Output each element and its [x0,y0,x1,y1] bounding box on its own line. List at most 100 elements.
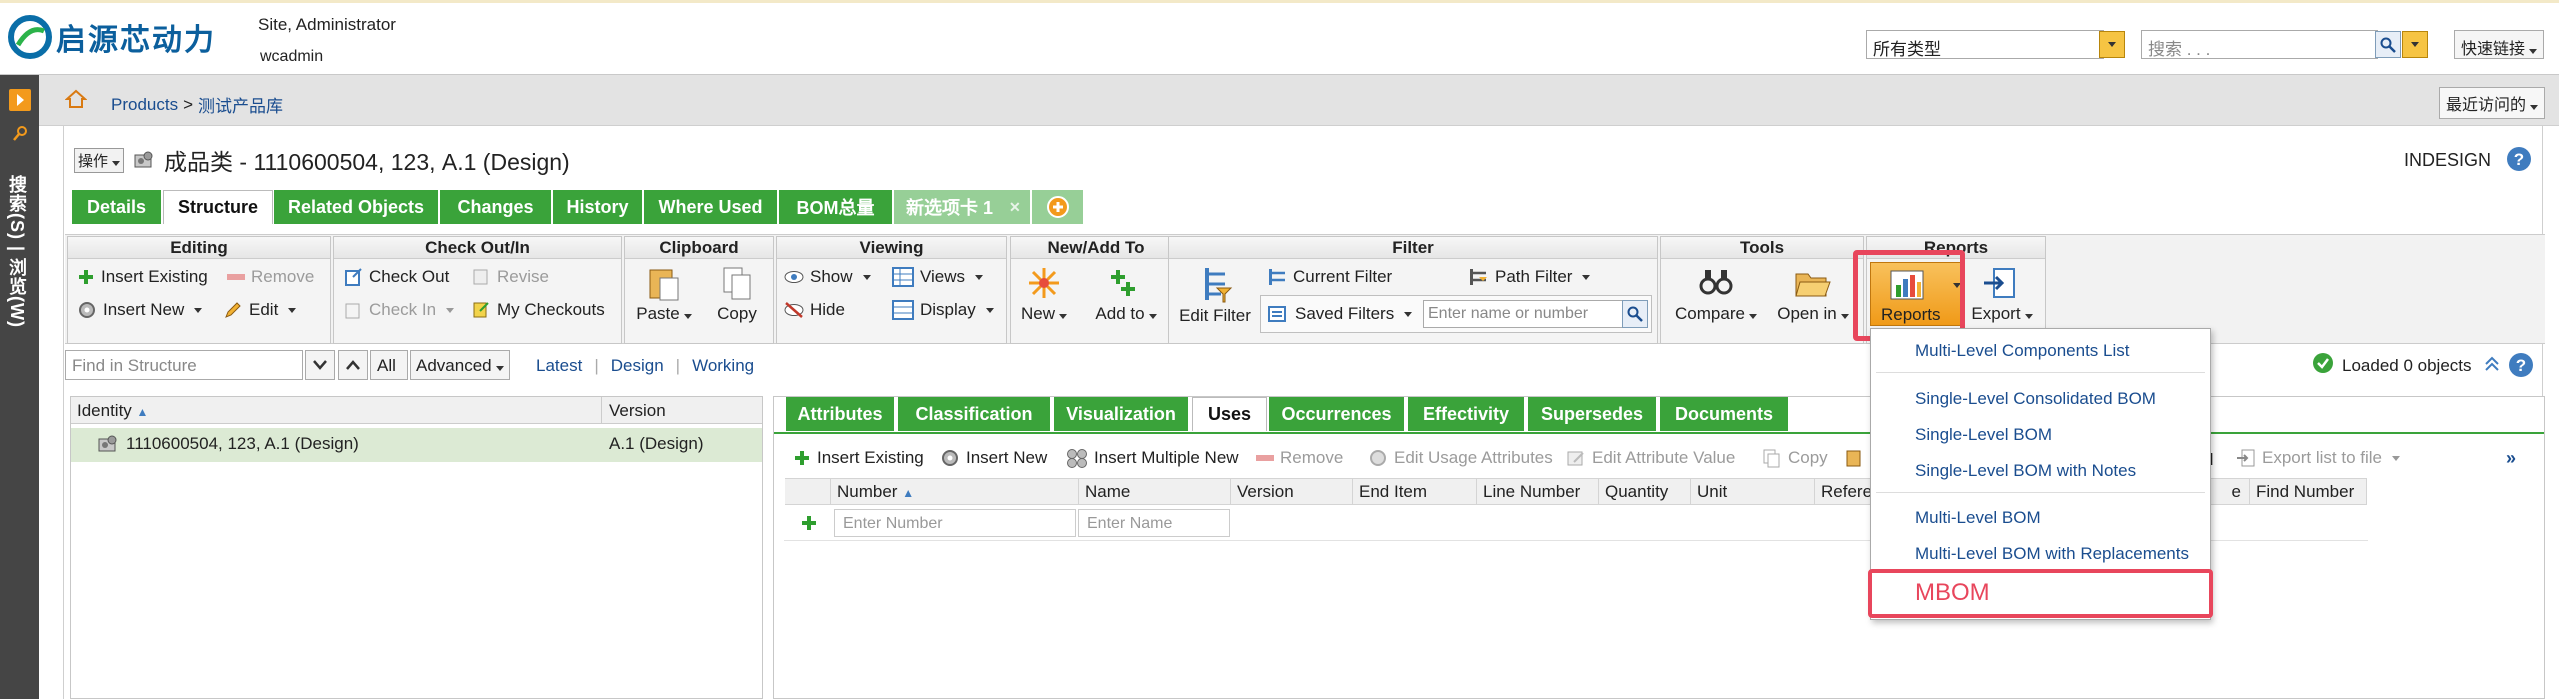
actions-menu-button[interactable]: 操作 [74,147,125,173]
expand-panel-icon[interactable] [9,89,31,111]
edit-filter-button[interactable]: Edit Filter [1178,264,1252,326]
views-button[interactable]: Views [892,267,984,287]
paste-button[interactable]: Paste [634,264,694,324]
col-quantity[interactable]: Quantity [1599,478,1691,505]
enter-name-input[interactable]: Enter Name [1078,509,1230,537]
latest-link[interactable]: Latest [536,356,582,376]
remove-button[interactable]: Remove [227,267,314,287]
uses-copy-button[interactable]: Copy [1762,448,1828,468]
brand-logo[interactable]: 启源芯动力 [8,15,216,59]
subtab-supersedes[interactable]: Supersedes [1528,397,1658,431]
tab-new-tab-1[interactable]: 新选项卡 1 ✕ [894,190,1031,224]
col-version[interactable]: Version [1231,478,1353,505]
type-select-dropdown-icon[interactable] [2099,31,2125,58]
menu-multi-level-components-list[interactable]: Multi-Level Components List [1915,341,2129,361]
col-find-number[interactable]: Find Number [2250,478,2367,505]
edit-attribute-value-button[interactable]: Edit Attribute Value [1566,448,1735,468]
check-out-button[interactable]: Check Out [343,267,449,287]
tab-bom-total[interactable]: BOM总量 [779,190,893,224]
subtab-attributes[interactable]: Attributes [786,397,896,431]
enter-number-input[interactable]: Enter Number [834,509,1076,537]
structure-help-icon[interactable]: ? [2508,352,2534,378]
help-icon[interactable]: ? [2506,146,2532,172]
uses-remove-button[interactable]: Remove [1256,448,1343,468]
collapse-panel-icon[interactable] [2484,356,2500,372]
home-icon[interactable] [65,89,87,109]
hide-button[interactable]: Hide [784,300,845,320]
menu-single-level-consolidated-bom[interactable]: Single-Level Consolidated BOM [1915,389,2156,409]
find-prev-chevron-up-icon[interactable] [338,350,368,380]
more-actions-chevron-icon[interactable]: » [2506,448,2516,469]
advanced-find-button[interactable]: Advanced [410,350,510,380]
menu-multi-level-bom-with-replacements[interactable]: Multi-Level BOM with Replacements [1915,544,2189,564]
filter-search-icon[interactable] [1622,300,1648,328]
tree-col-version[interactable]: Version [609,401,666,421]
col-number[interactable]: Number ▲ [831,478,1079,505]
path-filter-button[interactable]: Path Filter [1467,267,1591,287]
search-browse-rail-label[interactable]: 搜索(S) | 浏览(W) [7,175,30,328]
edit-usage-attributes-button[interactable]: Edit Usage Attributes [1368,448,1553,468]
tree-col-identity[interactable]: Identity ▲ [77,401,148,421]
current-filter-button[interactable]: Current Filter [1265,267,1392,287]
uses-insert-new-button[interactable]: Insert New [940,448,1047,468]
display-button[interactable]: Display [892,300,994,320]
search-input[interactable]: 搜索 . . . [2141,30,2378,59]
export-list-to-file-button[interactable]: Export list to file [2236,448,2400,468]
insert-existing-button[interactable]: Insert Existing [77,267,208,287]
filter-search-input[interactable]: Enter name or number [1423,300,1623,328]
subtab-documents[interactable]: Documents [1660,397,1790,431]
col-unit[interactable]: Unit [1691,478,1815,505]
add-tab-button[interactable] [1032,190,1084,224]
uses-insert-existing-button[interactable]: Insert Existing [793,448,924,468]
col-end-item[interactable]: End Item [1353,478,1477,505]
new-button[interactable]: New [1016,266,1072,324]
subtab-uses[interactable]: Uses [1192,397,1267,431]
subtab-effectivity[interactable]: Effectivity [1408,397,1526,431]
copy-button[interactable]: Copy [712,264,762,324]
design-link[interactable]: Design [611,356,664,376]
find-all-button[interactable]: All [370,350,408,380]
quick-links-button[interactable]: 快速链接 [2454,30,2545,59]
menu-single-level-bom[interactable]: Single-Level BOM [1915,425,2052,445]
user-id: wcadmin [260,48,324,65]
find-next-chevron-down-icon[interactable] [305,350,335,380]
search-pin-icon[interactable] [12,125,28,141]
col-line-number[interactable]: Line Number [1477,478,1599,505]
export-button[interactable]: Export [1968,266,2036,324]
working-link[interactable]: Working [692,356,754,376]
my-checkouts-button[interactable]: My Checkouts [471,300,605,320]
insert-multiple-new-button[interactable]: Insert Multiple New [1066,448,1239,468]
find-in-structure-input[interactable]: Find in Structure [65,350,303,380]
compare-button[interactable]: Compare [1668,266,1764,324]
check-in-button[interactable]: Check In [343,300,455,320]
subtab-classification[interactable]: Classification [898,397,1052,431]
edit-button[interactable]: Edit [223,300,297,320]
breadcrumb-library-link[interactable]: 测试产品库 [198,92,283,117]
tab-related-objects[interactable]: Related Objects [274,190,439,224]
close-tab-icon[interactable]: ✕ [1009,199,1021,216]
search-options-dropdown-icon[interactable] [2402,31,2428,58]
insert-new-button[interactable]: Insert New [77,300,203,320]
revise-button[interactable]: Revise [471,267,549,287]
saved-filters-button[interactable]: Saved Filters [1267,304,1413,324]
breadcrumb-products-link[interactable]: Products [111,95,178,115]
subtab-visualization[interactable]: Visualization [1054,397,1190,431]
menu-single-level-bom-with-notes[interactable]: Single-Level BOM with Notes [1915,461,2136,481]
add-to-button[interactable]: Add to [1085,266,1167,324]
tab-changes[interactable]: Changes [440,190,552,224]
subtab-occurrences[interactable]: Occurrences [1269,397,1406,431]
show-button[interactable]: Show [784,267,871,287]
tab-where-used[interactable]: Where Used [644,190,778,224]
uses-paste-icon[interactable] [1845,448,1865,468]
col-name[interactable]: Name [1079,478,1231,505]
add-row-plus-icon[interactable] [800,514,818,532]
tab-history[interactable]: History [553,190,643,224]
open-in-button[interactable]: Open in [1770,266,1856,324]
type-select[interactable]: 所有类型 [1866,30,2104,59]
tab-structure[interactable]: Structure [163,190,273,224]
recent-visits-button[interactable]: 最近访问的 [2439,87,2546,119]
tab-details[interactable]: Details [72,190,162,224]
menu-mbom[interactable]: MBOM [1915,579,1990,607]
menu-multi-level-bom[interactable]: Multi-Level BOM [1915,508,2041,528]
search-icon[interactable] [2375,31,2401,58]
